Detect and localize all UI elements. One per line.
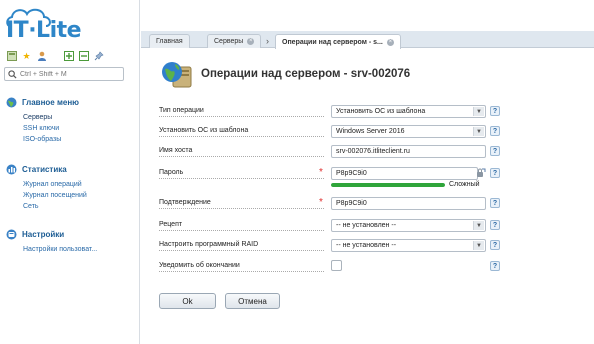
required-marker: * bbox=[319, 197, 323, 208]
favorite-star-icon[interactable]: ★ bbox=[21, 51, 32, 62]
sidebar-item-user-settings[interactable]: Настройки пользоват... bbox=[23, 244, 97, 255]
help-icon[interactable]: ? bbox=[490, 168, 500, 178]
menu-group-main: Главное меню Серверы SSH ключи ISO-образ… bbox=[6, 96, 79, 145]
help-icon[interactable]: ? bbox=[490, 240, 500, 250]
chevron-down-icon[interactable]: ▼ bbox=[473, 221, 484, 230]
form-row-os-template: Установить ОС из шаблона Windows Server … bbox=[159, 125, 504, 139]
menu-group-stats-header[interactable]: Статистика bbox=[6, 163, 87, 175]
notify-checkbox[interactable] bbox=[331, 260, 342, 271]
os-template-select[interactable]: Windows Server 2016 ▼ bbox=[331, 125, 486, 138]
menu-group-settings: Настройки Настройки пользоват... bbox=[6, 228, 97, 255]
chevron-right-icon: › bbox=[266, 36, 269, 46]
field-label: Рецепт bbox=[159, 221, 183, 228]
password-input[interactable]: P8p9C9i0 bbox=[331, 167, 478, 180]
field-label: Установить ОС из шаблона bbox=[159, 127, 249, 134]
help-icon[interactable]: ? bbox=[490, 146, 500, 156]
password-strength-label: Сложный bbox=[449, 181, 480, 188]
menu-search[interactable] bbox=[4, 67, 124, 81]
tab-servers[interactable]: Серверы × bbox=[207, 34, 262, 48]
close-icon[interactable]: × bbox=[247, 38, 255, 45]
form-row-operation-type: Тип операции Установить ОС из шаблона ▼ … bbox=[159, 105, 504, 119]
hostname-input[interactable]: srv-002076.itliteclient.ru bbox=[331, 145, 486, 158]
menu-group-title: Статистика bbox=[22, 164, 67, 174]
sidebar-toolbar: ★ bbox=[6, 50, 104, 62]
confirm-password-input[interactable]: P8p9C9i0 bbox=[331, 197, 486, 210]
tab-server-operations[interactable]: Операции над сервером - s... × bbox=[275, 34, 401, 49]
menu-group-settings-header[interactable]: Настройки bbox=[6, 228, 97, 240]
required-marker: * bbox=[319, 167, 323, 178]
sidebar-item-ssh-keys[interactable]: SSH ключи bbox=[23, 123, 79, 134]
menu-search-input[interactable] bbox=[20, 70, 120, 78]
itlite-logo[interactable]: IT·Lite bbox=[4, 4, 104, 44]
logo-text: IT·Lite bbox=[6, 18, 82, 43]
sidebar-item-operations-log[interactable]: Журнал операций bbox=[23, 179, 87, 190]
operation-type-select[interactable]: Установить ОС из шаблона ▼ bbox=[331, 105, 486, 118]
collapse-all-icon[interactable] bbox=[78, 51, 89, 62]
password-strength-bar bbox=[331, 183, 445, 187]
select-value: Windows Server 2016 bbox=[336, 128, 405, 135]
form-row-raid: Настроить программный RAID -- не установ… bbox=[159, 239, 504, 253]
select-value: Установить ОС из шаблона bbox=[336, 108, 426, 115]
field-label: Уведомить об окончании bbox=[159, 262, 240, 269]
tab-home[interactable]: Главная bbox=[149, 34, 190, 48]
chevron-down-icon[interactable]: ▼ bbox=[473, 127, 484, 136]
form-row-recipe: Рецепт -- не установлен -- ▼ ? bbox=[159, 219, 504, 233]
close-icon[interactable]: × bbox=[386, 38, 394, 46]
pin-icon[interactable] bbox=[93, 51, 104, 62]
person-icon[interactable] bbox=[36, 51, 47, 62]
menu-group-stats: Статистика Журнал операций Журнал посеще… bbox=[6, 163, 87, 212]
panel-toggle-icon[interactable] bbox=[6, 51, 17, 62]
form-row-notify: Уведомить об окончании ? bbox=[159, 260, 504, 274]
form-row-confirm: Подтверждение * P8p9C9i0 ? bbox=[159, 197, 504, 211]
menu-group-title: Главное меню bbox=[22, 97, 80, 107]
search-icon bbox=[8, 69, 17, 79]
sidebar-item-iso-images[interactable]: ISO-образы bbox=[23, 134, 79, 145]
help-icon[interactable]: ? bbox=[490, 220, 500, 230]
field-label: Имя хоста bbox=[159, 147, 193, 154]
sidebar-item-network[interactable]: Сеть bbox=[23, 201, 87, 212]
chevron-down-icon[interactable]: ▼ bbox=[473, 241, 484, 250]
tab-label: Серверы bbox=[214, 38, 244, 45]
sidebar-item-visits-log[interactable]: Журнал посещений bbox=[23, 190, 87, 201]
statistics-icon bbox=[6, 164, 17, 175]
form-row-password: Пароль * P8p9C9i0 ? bbox=[159, 167, 504, 181]
input-value: P8p9C9i0 bbox=[336, 170, 367, 177]
globe-icon bbox=[6, 97, 17, 108]
recipe-select[interactable]: -- не установлен -- ▼ bbox=[331, 219, 486, 232]
password-strength-fill bbox=[331, 183, 445, 187]
field-label: Тип операции bbox=[159, 107, 204, 114]
sidebar: IT·Lite ★ Главное меню Се bbox=[0, 0, 140, 344]
menu-group-title: Настройки bbox=[22, 229, 65, 239]
server-globe-icon bbox=[162, 62, 192, 88]
chevron-down-icon[interactable]: ▼ bbox=[473, 107, 484, 116]
expand-all-icon[interactable] bbox=[63, 51, 74, 62]
tab-label: Операции над сервером - s... bbox=[282, 38, 383, 46]
help-icon[interactable]: ? bbox=[490, 126, 500, 136]
ok-button[interactable]: Ok bbox=[159, 293, 216, 309]
field-label: Пароль bbox=[159, 169, 184, 176]
settings-icon bbox=[6, 229, 17, 240]
tab-label: Главная bbox=[156, 38, 183, 45]
main-content: Операции над сервером - srv-002076 Тип о… bbox=[141, 49, 594, 344]
input-value: P8p9C9i0 bbox=[336, 200, 367, 207]
help-icon[interactable]: ? bbox=[490, 198, 500, 208]
menu-group-main-header[interactable]: Главное меню bbox=[6, 96, 79, 108]
generate-password-icon[interactable] bbox=[476, 168, 486, 178]
input-value: srv-002076.itliteclient.ru bbox=[336, 148, 410, 155]
select-value: -- не установлен -- bbox=[336, 222, 397, 229]
form-row-hostname: Имя хоста srv-002076.itliteclient.ru ? bbox=[159, 145, 504, 159]
page-title: Операции над сервером - srv-002076 bbox=[201, 68, 411, 80]
raid-select[interactable]: -- не установлен -- ▼ bbox=[331, 239, 486, 252]
sidebar-item-servers[interactable]: Серверы bbox=[23, 112, 79, 123]
field-label: Настроить программный RAID bbox=[159, 241, 259, 248]
help-icon[interactable]: ? bbox=[490, 261, 500, 271]
tab-bar: Главная Серверы × › Операции над серверо… bbox=[141, 31, 594, 49]
cancel-button[interactable]: Отмена bbox=[225, 293, 280, 309]
field-label: Подтверждение bbox=[159, 199, 211, 206]
select-value: -- не установлен -- bbox=[336, 242, 397, 249]
help-icon[interactable]: ? bbox=[490, 106, 500, 116]
